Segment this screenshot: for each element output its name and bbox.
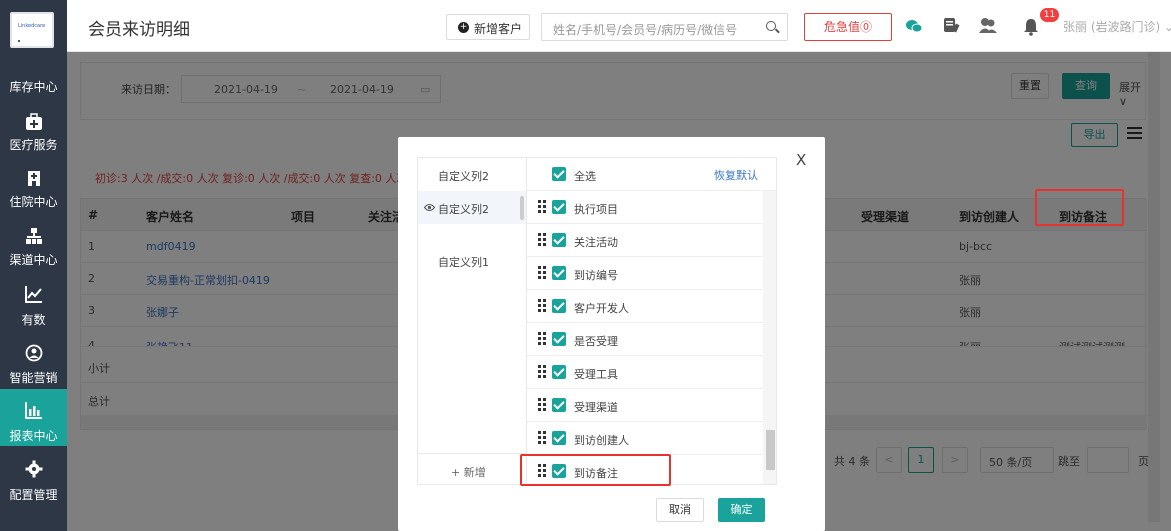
chevron-down-icon: ⌄ bbox=[1164, 20, 1171, 34]
sidebar-item-label: 医疗服务 bbox=[9, 138, 58, 152]
search-placeholder: 姓名/手机号/会员号/病历号/微信号 bbox=[553, 23, 738, 37]
search-icon[interactable] bbox=[766, 21, 776, 31]
custom-column-label: 自定义列1 bbox=[438, 256, 489, 269]
column-label: 关注活动 bbox=[574, 236, 618, 249]
column-checkbox[interactable] bbox=[552, 200, 566, 214]
sidebar-item-label: 渠道中心 bbox=[9, 253, 58, 267]
column-checkbox[interactable] bbox=[552, 365, 566, 379]
add-new-label: + 新增 bbox=[451, 466, 486, 479]
sidebar-item-channel[interactable]: 渠道中心 bbox=[0, 222, 67, 277]
column-row[interactable]: 关注活动 bbox=[527, 224, 763, 257]
custom-column-item[interactable]: 自定义列1 bbox=[418, 244, 527, 277]
checklist-scroll-thumb[interactable] bbox=[766, 430, 775, 470]
column-row[interactable]: 执行项目 bbox=[527, 191, 763, 224]
column-label: 受理工具 bbox=[574, 368, 618, 381]
custom-column-item-selected[interactable]: 自定义列2 bbox=[418, 191, 527, 224]
org-chart-icon bbox=[26, 228, 42, 244]
add-customer-button[interactable]: + 新增客户 bbox=[446, 14, 530, 40]
column-checkbox[interactable] bbox=[552, 266, 566, 280]
column-row[interactable]: 到访编号 bbox=[527, 257, 763, 290]
user-menu[interactable]: 张丽 (岩波路门诊) ⌄ bbox=[1063, 18, 1171, 35]
column-label: 到访编号 bbox=[574, 269, 618, 282]
sidebar-item-medical[interactable]: 医疗服务 bbox=[0, 106, 67, 161]
app-logo[interactable]: Linkedcare bbox=[10, 12, 54, 48]
notes-icon[interactable] bbox=[942, 16, 960, 34]
custom-column-list: 自定义列2 自定义列2 自定义列1 + 新增 bbox=[417, 157, 527, 486]
sidebar-item-label: 配置管理 bbox=[9, 488, 58, 502]
column-label: 客户开发人 bbox=[574, 302, 629, 315]
bar-chart-icon bbox=[25, 402, 42, 419]
column-label: 受理渠道 bbox=[574, 401, 618, 414]
drag-handle-icon[interactable] bbox=[538, 200, 548, 214]
column-checkbox[interactable] bbox=[552, 431, 566, 445]
gear-icon bbox=[25, 460, 43, 478]
bell-icon[interactable] bbox=[1022, 18, 1040, 36]
close-button[interactable]: X bbox=[796, 151, 806, 169]
custom-column-label: 自定义列2 bbox=[438, 203, 489, 216]
sidebar-item-reports[interactable]: 报表中心 bbox=[0, 389, 67, 446]
column-label: 是否受理 bbox=[574, 335, 618, 348]
restore-default-link[interactable]: 恢复默认 bbox=[714, 167, 758, 183]
column-checkbox[interactable] bbox=[552, 233, 566, 247]
column-row[interactable]: 客户开发人 bbox=[527, 290, 763, 323]
user-name: 张丽 (岩波路门诊) bbox=[1063, 20, 1161, 34]
cancel-button[interactable]: 取消 bbox=[656, 498, 704, 522]
add-custom-column-button[interactable]: + 新增 bbox=[418, 453, 527, 486]
wechat-icon[interactable] bbox=[905, 17, 923, 35]
column-row[interactable]: 是否受理 bbox=[527, 323, 763, 356]
select-all-label: 全选 bbox=[574, 170, 596, 183]
users-icon[interactable] bbox=[979, 16, 997, 34]
column-label: 到访创建人 bbox=[574, 434, 629, 447]
notification-badge: 11 bbox=[1040, 8, 1059, 22]
sidebar-item-marketing[interactable]: 智能营销 bbox=[0, 338, 67, 393]
drag-handle-icon[interactable] bbox=[538, 398, 548, 412]
column-checklist: 全选 恢复默认 执行项目关注活动到访编号客户开发人是否受理受理工具受理渠道到访创… bbox=[526, 157, 777, 485]
sidebar: Linkedcare 库存中心 医疗服务 住院中心 渠道中心 有数 智能营销 报… bbox=[0, 0, 67, 531]
column-row[interactable]: 到访创建人 bbox=[527, 422, 763, 455]
column-checkbox[interactable] bbox=[552, 299, 566, 313]
drag-handle-icon[interactable] bbox=[538, 365, 548, 379]
sidebar-item-label: 智能营销 bbox=[9, 371, 58, 385]
add-customer-label: 新增客户 bbox=[474, 22, 523, 36]
drag-handle-icon[interactable] bbox=[538, 431, 548, 445]
medical-kit-icon bbox=[26, 113, 42, 130]
column-label: 执行项目 bbox=[574, 203, 618, 216]
search-input[interactable]: 姓名/手机号/会员号/病历号/微信号 bbox=[541, 13, 788, 41]
custom-column-label: 自定义列2 bbox=[438, 170, 489, 183]
sidebar-item-label: 住院中心 bbox=[9, 195, 58, 209]
sidebar-item-inpatient[interactable]: 住院中心 bbox=[0, 164, 67, 219]
logo-text: Linkedcare bbox=[18, 23, 46, 29]
critical-value-button[interactable]: 危急值⓪ bbox=[804, 13, 892, 41]
select-all-checkbox[interactable] bbox=[552, 167, 566, 181]
drag-handle-icon[interactable] bbox=[538, 233, 548, 247]
sidebar-item-label: 有数 bbox=[21, 313, 46, 327]
column-checkbox[interactable] bbox=[552, 398, 566, 412]
drag-handle-icon[interactable] bbox=[538, 266, 548, 280]
top-header: 会员来访明细 + 新增客户 姓名/手机号/会员号/病历号/微信号 危急值⓪ 11… bbox=[67, 0, 1171, 52]
sidebar-item-config[interactable]: 配置管理 bbox=[0, 454, 67, 509]
drag-handle-icon[interactable] bbox=[538, 299, 548, 313]
select-all-row[interactable]: 全选 恢复默认 bbox=[527, 158, 776, 191]
eye-icon bbox=[424, 204, 435, 211]
confirm-button[interactable]: 确定 bbox=[718, 498, 765, 522]
hospital-icon bbox=[28, 171, 40, 186]
column-checkbox[interactable] bbox=[552, 332, 566, 346]
column-row[interactable]: 受理渠道 bbox=[527, 389, 763, 422]
page-title: 会员来访明细 bbox=[88, 20, 190, 40]
custom-column-item[interactable]: 自定义列2 bbox=[418, 158, 527, 191]
highlight-box bbox=[520, 454, 671, 486]
sidebar-item-label: 库存中心 bbox=[9, 80, 58, 94]
sidebar-item-stats[interactable]: 有数 bbox=[0, 280, 67, 335]
column-row[interactable]: 受理工具 bbox=[527, 356, 763, 389]
marketing-icon bbox=[25, 344, 43, 362]
highlight-box bbox=[1035, 189, 1124, 226]
sidebar-item-label: 报表中心 bbox=[9, 429, 58, 443]
plus-icon: + bbox=[458, 22, 469, 33]
line-chart-icon bbox=[25, 286, 42, 303]
drag-handle-icon[interactable] bbox=[538, 332, 548, 346]
